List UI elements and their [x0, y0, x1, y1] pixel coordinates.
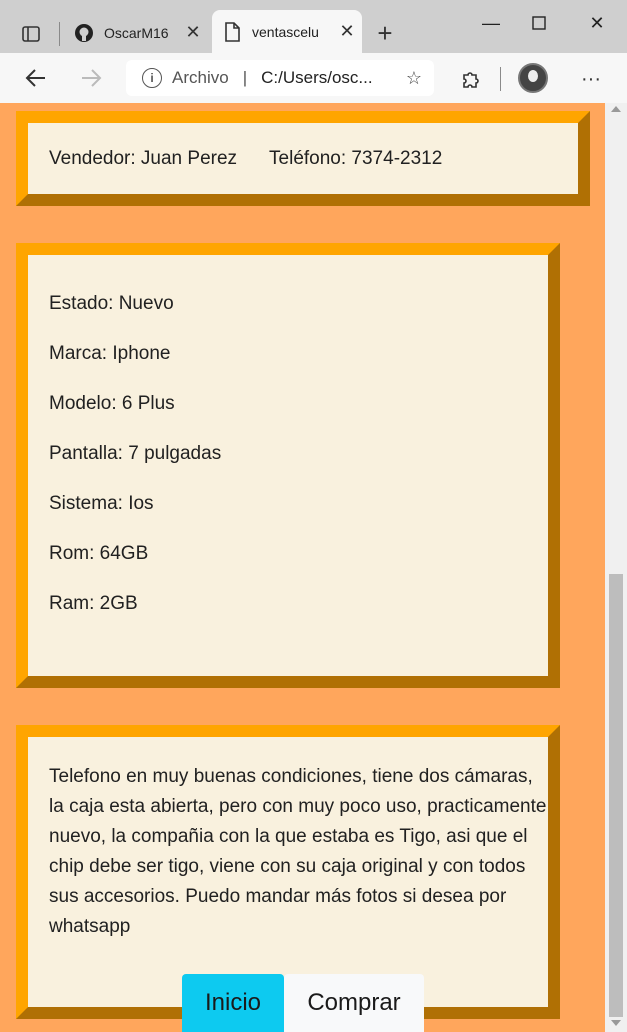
scroll-thumb[interactable]	[609, 574, 623, 1017]
scroll-down-icon[interactable]	[611, 1020, 621, 1026]
tab-bar: OscarM16 ✕ ventascelu ✕ + — ✕	[0, 0, 627, 53]
spec-os: Sistema: Ios	[49, 493, 154, 514]
close-tab-icon[interactable]: ✕	[178, 22, 208, 43]
tab-actions-icon	[22, 26, 40, 42]
specs-card: Estado: Nuevo Marca: Iphone Modelo: 6 Pl…	[16, 243, 560, 688]
info-icon[interactable]: i	[142, 68, 162, 88]
spec-model: Modelo: 6 Plus	[49, 393, 175, 414]
tab-github[interactable]: OscarM16 ✕	[64, 12, 208, 53]
new-tab-button[interactable]: +	[370, 18, 400, 48]
forward-arrow-icon	[82, 69, 102, 87]
buy-button[interactable]: Comprar	[284, 974, 424, 1032]
tab-title: ventascelu	[252, 23, 319, 40]
seller-name: Vendedor: Juan Perez	[49, 148, 238, 169]
seller-phone: Teléfono: 7374-2312	[269, 148, 443, 169]
toolbar-separator	[500, 67, 501, 91]
scroll-up-icon[interactable]	[611, 106, 621, 112]
spec-rom: Rom: 64GB	[49, 543, 149, 564]
tab-title: OscarM16	[104, 24, 169, 41]
extensions-icon[interactable]	[454, 63, 486, 95]
spec-screen: Pantalla: 7 pulgadas	[49, 443, 222, 464]
github-icon	[74, 23, 94, 43]
close-window-button[interactable]: ✕	[574, 6, 620, 40]
address-separator: |	[242, 68, 248, 87]
product-description: Telefono en muy buenas condiciones, tien…	[49, 766, 547, 937]
address-url[interactable]: C:/Users/osc...	[261, 68, 406, 88]
tab-separator	[59, 22, 60, 46]
profile-avatar[interactable]	[518, 63, 548, 93]
back-button[interactable]	[18, 61, 54, 95]
close-tab-icon[interactable]: ✕	[332, 21, 362, 42]
tab-ventascelu[interactable]: ventascelu ✕	[212, 10, 362, 53]
more-menu-icon[interactable]: ···	[575, 63, 607, 95]
action-buttons: Inicio Comprar	[182, 974, 424, 1032]
page-icon	[222, 21, 242, 42]
minimize-button[interactable]: —	[468, 6, 514, 40]
forward-button[interactable]	[73, 61, 109, 95]
address-scheme-label: Archivo	[172, 68, 229, 87]
spec-brand: Marca: Iphone	[49, 343, 171, 364]
spec-condition: Estado: Nuevo	[49, 293, 174, 314]
seller-card: Vendedor: Juan Perez Teléfono: 7374-2312	[16, 111, 590, 206]
spec-ram: Ram: 2GB	[49, 593, 138, 614]
maximize-icon	[532, 16, 546, 30]
home-button[interactable]: Inicio	[182, 974, 284, 1032]
tab-actions-button[interactable]	[12, 16, 50, 52]
add-favorite-icon[interactable]: ☆	[406, 68, 422, 89]
page-scrollbar[interactable]	[605, 103, 627, 1032]
maximize-button[interactable]	[516, 6, 562, 40]
back-arrow-icon	[25, 69, 45, 87]
address-bar[interactable]: i Archivo | C:/Users/osc... ☆	[126, 60, 434, 96]
